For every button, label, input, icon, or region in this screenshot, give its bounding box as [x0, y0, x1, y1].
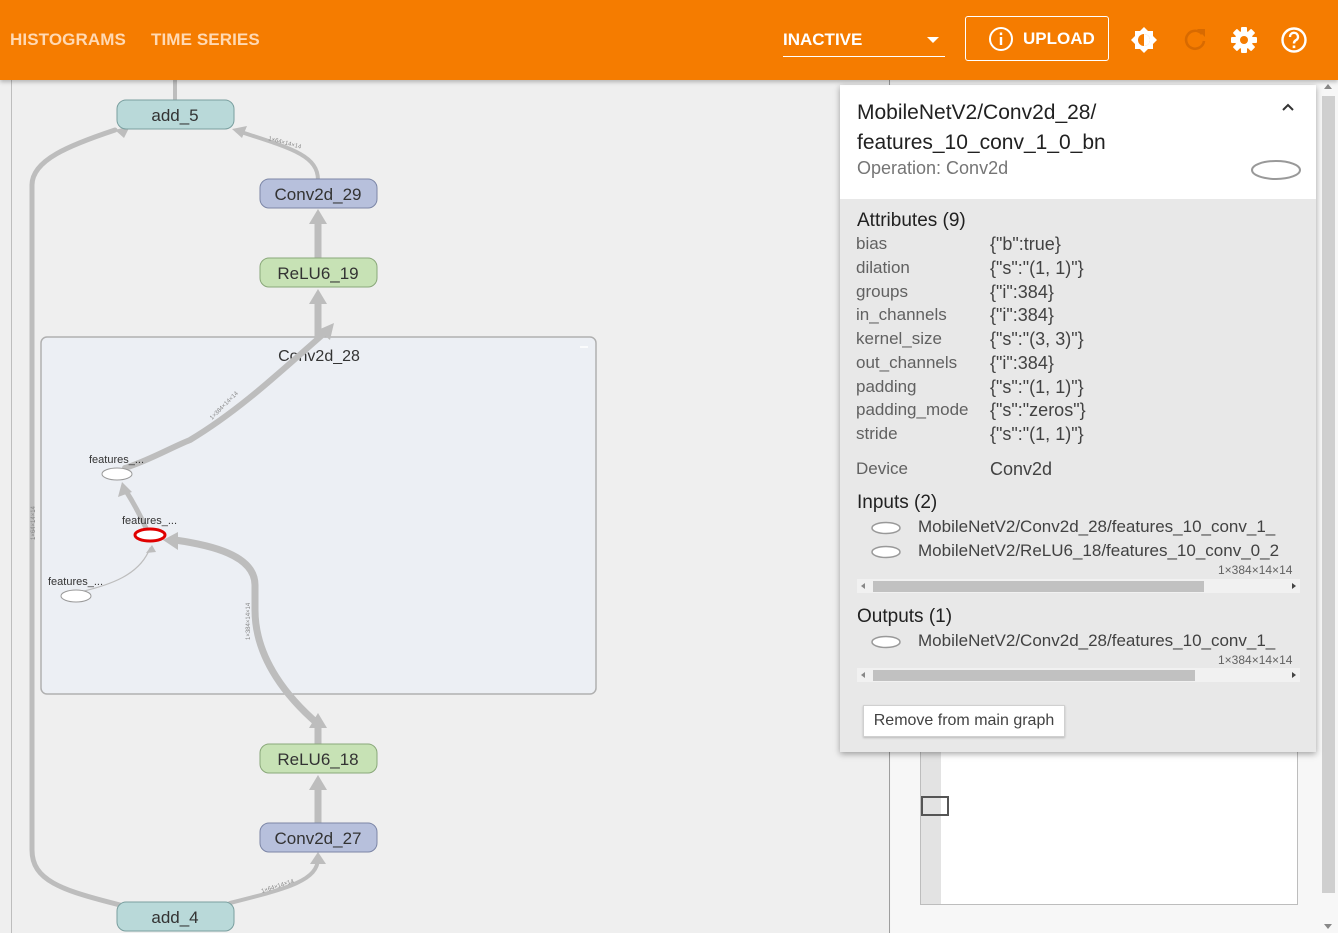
output-dims: 1×384×14×14: [1218, 653, 1293, 667]
attr-value: {"s":"zeros"}: [990, 400, 1086, 420]
inputs-scrollbar[interactable]: [857, 579, 1300, 593]
chevron-down-icon: [927, 37, 939, 43]
input-dims: 1×384×14×14: [1218, 563, 1293, 577]
scrollbar-thumb[interactable]: [873, 581, 1204, 592]
svg-text:1×384×14×14: 1×384×14×14: [246, 602, 252, 640]
outputs-scrollbar[interactable]: [857, 668, 1300, 682]
attr-key: in_channels: [856, 305, 947, 324]
op-node-icon: [871, 635, 901, 649]
node-add-4-label: add_4: [151, 908, 198, 927]
input-name: MobileNetV2/ReLU6_18/features_10_conv_0_…: [918, 541, 1280, 560]
node-conv2d-27-label: Conv2d_27: [275, 829, 362, 848]
attr-key: dilation: [856, 258, 910, 277]
op-node-icon: [871, 521, 901, 535]
node-title-line2: features_10_conv_1_0_bn: [857, 131, 1106, 154]
info-icon: [988, 26, 1014, 57]
input-name: MobileNetV2/Conv2d_28/features_10_conv_1…: [918, 517, 1276, 536]
info-card-header: MobileNetV2/Conv2d_28/ features_10_conv_…: [840, 85, 1316, 199]
attr-key: groups: [856, 282, 908, 301]
top-app-bar: HISTOGRAMS TIME SERIES INACTIVE UPLOAD: [0, 0, 1338, 80]
refresh-icon[interactable]: [1182, 26, 1208, 57]
tab-time-series[interactable]: TIME SERIES: [151, 30, 260, 50]
scroll-left-arrow[interactable]: [861, 583, 865, 589]
upload-button[interactable]: UPLOAD: [965, 16, 1109, 61]
vertical-scrollbar[interactable]: [1322, 96, 1335, 893]
operation-label: Operation: Conv2d: [857, 158, 1009, 178]
run-selector[interactable]: INACTIVE: [783, 28, 945, 57]
attr-key: kernel_size: [856, 329, 942, 348]
device-value: Conv2d: [990, 459, 1053, 479]
node-title-line1: MobileNetV2/Conv2d_28/: [857, 101, 1097, 124]
attr-value: {"s":"(3, 3)"}: [990, 329, 1084, 349]
upload-label: UPLOAD: [1023, 29, 1095, 48]
node-info-card: MobileNetV2/Conv2d_28/ features_10_conv_…: [840, 85, 1316, 752]
op-node-ellipse-icon: [1250, 159, 1302, 186]
scrollbar-thumb[interactable]: [873, 670, 1195, 681]
attr-key: bias: [856, 234, 888, 253]
op-node-icon: [871, 545, 901, 559]
attr-value: {"i":384}: [990, 282, 1054, 302]
inner-node-top-label: features_...: [89, 454, 144, 466]
output-name: MobileNetV2/Conv2d_28/features_10_conv_1…: [918, 631, 1276, 650]
remove-from-main-graph-button[interactable]: Remove from main graph: [863, 705, 1065, 737]
graph-svg: Conv2d_28 1×64×14×14 1×64×14×14 1×384×14…: [29, 80, 597, 932]
input-row[interactable]: MobileNetV2/ReLU6_18/features_10_conv_0_…: [870, 541, 1310, 563]
chevron-up-icon[interactable]: [1280, 99, 1296, 120]
run-selector-value: INACTIVE: [783, 30, 863, 49]
scroll-right-arrow[interactable]: [1292, 672, 1296, 678]
graph-canvas[interactable]: Conv2d_28 1×64×14×14 1×64×14×14 1×384×14…: [0, 80, 890, 933]
attr-value: {"i":384}: [990, 305, 1054, 325]
inner-node-top[interactable]: [101, 467, 133, 481]
attr-key: stride: [856, 424, 898, 443]
input-row[interactable]: MobileNetV2/Conv2d_28/features_10_conv_1…: [870, 517, 1310, 539]
attr-key: padding: [856, 377, 917, 396]
attr-key: padding_mode: [856, 400, 969, 419]
attr-value: {"b":true}: [990, 234, 1061, 254]
node-relu6-19-label: ReLU6_19: [277, 264, 358, 283]
attr-key: out_channels: [856, 353, 958, 372]
scroll-left-arrow[interactable]: [861, 672, 865, 678]
minimap-graph-strip: [921, 749, 941, 904]
outputs-title: Outputs (1): [857, 606, 953, 627]
minimap-viewport[interactable]: [921, 796, 949, 816]
tab-histograms[interactable]: HISTOGRAMS: [10, 30, 126, 50]
attr-value: {"s":"(1, 1)"}: [990, 258, 1084, 278]
attributes-title: Attributes (9): [857, 210, 966, 231]
help-icon[interactable]: [1280, 26, 1308, 59]
scroll-down-arrow[interactable]: [1324, 924, 1332, 929]
node-add-5-label: add_5: [151, 106, 198, 125]
inputs-title: Inputs (2): [857, 492, 938, 513]
svg-text:1×64×14×14: 1×64×14×14: [31, 505, 37, 540]
attr-value: {"s":"(1, 1)"}: [990, 424, 1084, 444]
scroll-up-arrow[interactable]: [1324, 84, 1332, 89]
node-title: MobileNetV2/Conv2d_28/ features_10_conv_…: [857, 98, 1257, 158]
brightness-icon[interactable]: [1130, 26, 1158, 59]
inner-node-left[interactable]: [60, 589, 92, 603]
settings-icon[interactable]: [1230, 26, 1258, 59]
attr-value: {"i":384}: [990, 353, 1054, 373]
output-row[interactable]: MobileNetV2/Conv2d_28/features_10_conv_1…: [870, 631, 1310, 653]
attr-value: {"s":"(1, 1)"}: [990, 377, 1084, 397]
minimap[interactable]: [920, 748, 1298, 905]
node-conv2d-29-label: Conv2d_29: [275, 185, 362, 204]
scroll-right-arrow[interactable]: [1292, 583, 1296, 589]
inner-node-selected-label: features_...: [122, 515, 177, 527]
inner-node-selected[interactable]: [133, 527, 167, 543]
node-relu6-18-label: ReLU6_18: [277, 750, 358, 769]
inner-node-left-label: features_...: [48, 576, 103, 588]
device-key: Device: [856, 459, 908, 478]
